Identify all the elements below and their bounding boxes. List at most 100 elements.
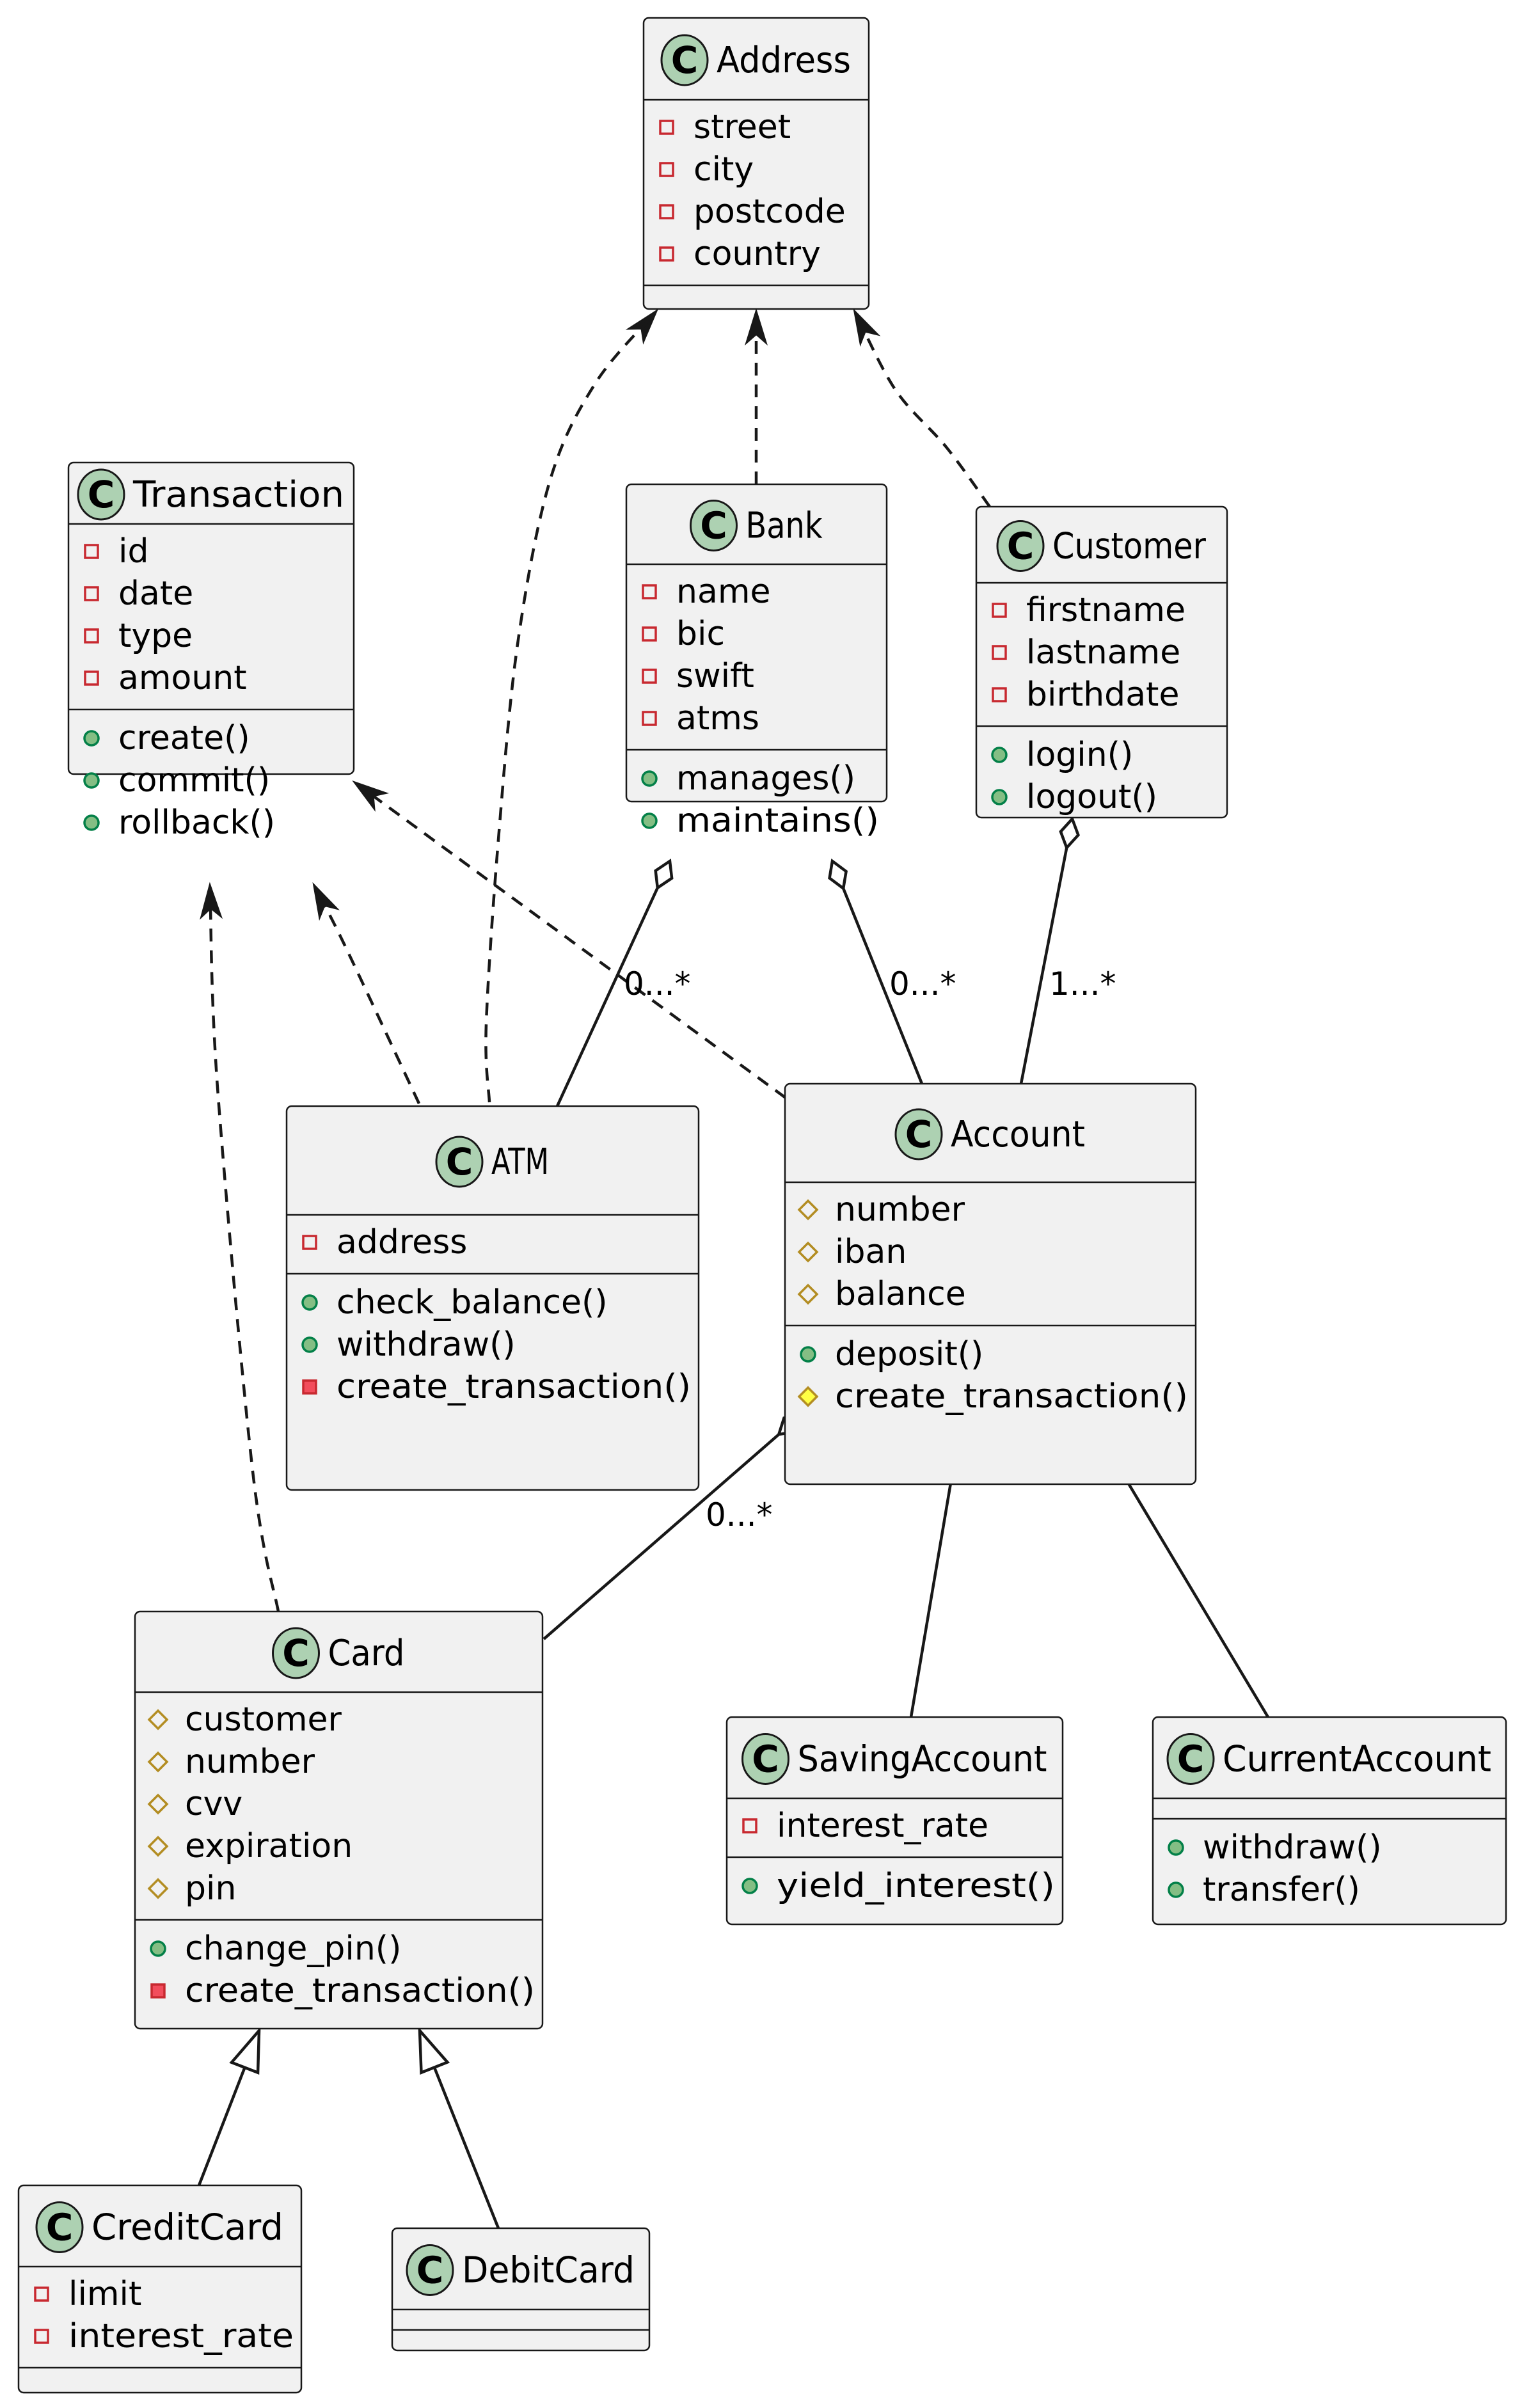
class-method: create_transaction()	[302, 1368, 691, 1406]
member-label: number	[835, 1191, 965, 1229]
public-visibility-icon	[991, 747, 1008, 763]
member-label: firstname	[1026, 591, 1185, 630]
class-icon: C	[435, 1136, 484, 1188]
public-visibility-icon	[301, 1336, 318, 1353]
public-visibility-icon	[1168, 1881, 1184, 1898]
member-label: amount	[118, 659, 247, 697]
relation-line	[209, 889, 280, 1612]
class-icon: C	[272, 1627, 320, 1679]
relation-line	[432, 2066, 500, 2229]
public-visibility-icon	[83, 772, 100, 789]
member-label: create_transaction()	[835, 1377, 1188, 1416]
class-icon: C	[996, 520, 1045, 572]
relation-line	[855, 314, 991, 508]
public-visibility-icon	[741, 1878, 758, 1894]
member-label: manages()	[676, 759, 855, 798]
class-icon: C	[1166, 1733, 1215, 1785]
class-savingaccount[interactable]: C SavingAccount interest_rate yield_interes…	[725, 1716, 1064, 1926]
class-icon: C	[406, 2244, 454, 2296]
member-label: bic	[676, 615, 725, 653]
class-name: Transaction	[132, 474, 344, 516]
class-customer[interactable]: C Customer firstnamelastname birthdate login…	[975, 505, 1228, 819]
class-icon-letter: C	[88, 473, 115, 516]
relation-line	[1106, 1448, 1269, 1718]
class-icon-letter: C	[282, 1631, 310, 1675]
member-label: street	[694, 108, 791, 147]
class-icon-letter: C	[46, 2206, 74, 2249]
class-card[interactable]: C Card customer number cvv expiration pin chang…	[134, 1610, 544, 2030]
class-name: ATM	[491, 1141, 549, 1183]
class-attribute: interest_rate	[742, 1807, 988, 1845]
class-transaction[interactable]: C Transaction iddate type amount create() comm…	[67, 461, 355, 842]
multiplicity-label: 0...*	[889, 965, 956, 1002]
member-label: create()	[118, 719, 250, 757]
member-label: create_transaction()	[185, 1972, 535, 2010]
class-creditcard[interactable]: C CreditCard limit interest_rate	[17, 2184, 303, 2394]
member-label: number	[185, 1743, 315, 1781]
class-name: Address	[717, 40, 851, 81]
member-label: check_balance()	[337, 1283, 608, 1322]
class-atm[interactable]: C ATM address check_balance() withdraw() crea…	[285, 1105, 700, 1491]
member-label: date	[118, 574, 193, 613]
class-icon-letter: C	[416, 2249, 444, 2292]
class-name: Customer	[1052, 526, 1207, 567]
public-visibility-icon	[641, 770, 658, 787]
relation-bank-address	[745, 308, 768, 484]
class-method: change_pin()	[150, 1929, 401, 1968]
member-label: iban	[835, 1233, 907, 1271]
member-label: atms	[676, 699, 759, 738]
member-label: country	[694, 235, 821, 273]
member-label: interest_rate	[68, 2317, 294, 2356]
class-bank[interactable]: C Bank name bic swift atms manages() maintains(…	[625, 483, 888, 840]
member-label: city	[694, 150, 754, 189]
public-visibility-icon	[150, 1940, 166, 1957]
private-visibility-icon	[302, 1379, 317, 1395]
class-method: create_transaction()	[797, 1377, 1188, 1416]
relation-card-transaction	[200, 882, 280, 1612]
class-icon-letter: C	[1007, 525, 1034, 568]
class-currentaccount[interactable]: C CurrentAccount withdraw() transfer()	[1152, 1716, 1507, 1926]
member-label: limit	[68, 2275, 141, 2313]
class-name: Account	[951, 1114, 1085, 1155]
member-label: id	[118, 532, 148, 571]
class-account[interactable]: C Account number iban balance deposit()create…	[784, 1082, 1197, 1485]
class-diagram: C Address streetcity postcode country C Transa…	[17, 17, 1507, 2394]
multiplicity-label: 1...*	[1049, 965, 1116, 1002]
class-name: SavingAccount	[798, 1739, 1047, 1780]
class-method: yield_interest()	[741, 1867, 1055, 1905]
member-label: type	[118, 617, 193, 655]
class-icon: C	[690, 500, 738, 551]
class-name: DebitCard	[462, 2250, 635, 2292]
member-label: yield_interest()	[777, 1867, 1055, 1905]
class-icon: C	[77, 468, 125, 521]
member-label: name	[676, 573, 770, 611]
relation-customer-address	[853, 308, 991, 508]
public-visibility-icon	[301, 1294, 318, 1311]
member-label: transfer()	[1203, 1871, 1360, 1909]
aggregation-diamond-icon	[654, 859, 674, 891]
class-method: rollback()	[83, 804, 275, 842]
member-label: create_transaction()	[337, 1368, 691, 1406]
member-label: lastname	[1026, 633, 1180, 672]
class-method: check_balance()	[301, 1283, 608, 1322]
aggregation-diamond-icon	[1059, 816, 1080, 851]
class-icon-letter: C	[446, 1140, 473, 1184]
relation-line	[909, 1454, 957, 1718]
member-label: postcode	[694, 193, 846, 231]
inheritance-triangle-icon	[418, 2026, 450, 2075]
class-debitcard[interactable]: C DebitCard	[391, 2227, 651, 2352]
multiplicity-label: 0...*	[706, 1496, 773, 1533]
member-label: customer	[185, 1700, 342, 1739]
public-visibility-icon	[1168, 1839, 1184, 1856]
relation-line	[314, 888, 421, 1104]
relation-customer-account	[1019, 816, 1080, 1084]
class-address[interactable]: C Address streetcity postcode country	[642, 17, 870, 310]
class-icon-letter: C	[1177, 1738, 1205, 1781]
member-label: balance	[835, 1275, 966, 1313]
class-icon: C	[660, 34, 709, 86]
member-label: login()	[1026, 736, 1133, 774]
member-label: expiration	[185, 1827, 353, 1865]
class-icon-letter: C	[700, 504, 727, 548]
member-label: logout()	[1026, 778, 1157, 816]
member-label: change_pin()	[185, 1929, 401, 1968]
